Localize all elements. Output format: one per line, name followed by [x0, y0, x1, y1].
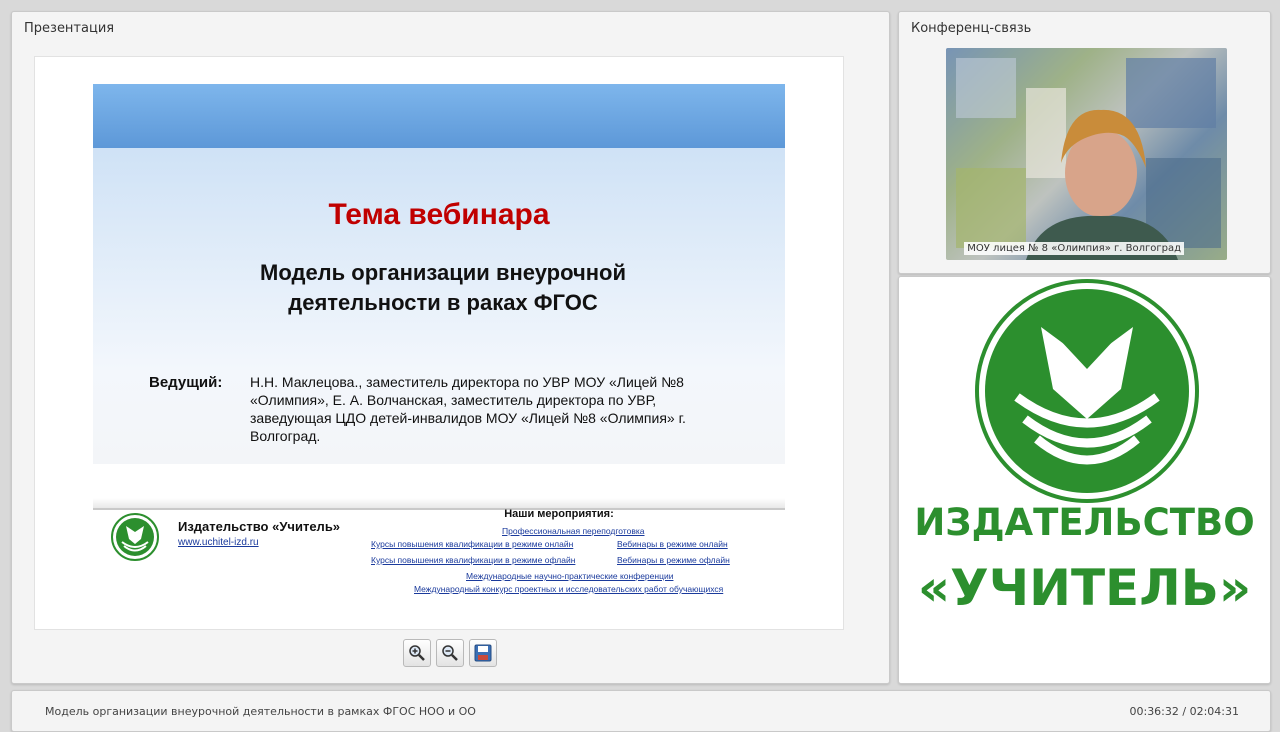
brand-name-line1: ИЗДАТЕЛЬСТВО — [914, 501, 1255, 544]
zoom-in-button[interactable] — [403, 639, 431, 667]
conference-panel-title: Конференц-связь — [911, 21, 1032, 36]
floppy-disk-icon — [474, 644, 492, 662]
speaker-video-image — [946, 48, 1227, 260]
webinar-title: Модель организации внеурочной деятельнос… — [45, 705, 476, 718]
event-link[interactable]: Курсы повышения квалификации в режиме он… — [371, 539, 573, 549]
event-link[interactable]: Международные научно-практические конфер… — [466, 571, 673, 581]
zoom-in-icon — [409, 645, 425, 661]
slide-subtitle: Модель организации внеурочной деятельнос… — [260, 260, 626, 315]
video-feed[interactable]: МОУ лицея № 8 «Олимпия» г. Волгоград — [946, 48, 1227, 260]
event-link[interactable]: Профессиональная переподготовка — [502, 526, 644, 536]
slide-host-label: Ведущий: — [149, 374, 223, 391]
playback-time: 00:36:32 / 02:04:31 — [1129, 705, 1239, 718]
publisher-name: Издательство «Учитель» — [178, 519, 341, 534]
presentation-slide: Тема вебинара Модель организации внеуроч… — [34, 56, 844, 630]
save-button[interactable] — [469, 639, 497, 667]
slide-body: Тема вебинара Модель организации внеуроч… — [93, 148, 785, 464]
presentation-panel-title: Презентация — [24, 21, 115, 36]
event-link[interactable]: Международный конкурс проектных и исслед… — [414, 584, 723, 594]
event-link[interactable]: Курсы повышения квалификации в режиме оф… — [371, 555, 575, 565]
brand-panel: ИЗДАТЕЛЬСТВО «УЧИТЕЛЬ» — [898, 276, 1271, 684]
zoom-out-icon — [442, 645, 458, 661]
event-link[interactable]: Вебинары в режиме офлайн — [617, 555, 730, 565]
slide-footer-strip — [93, 498, 785, 508]
slide-host-text: Н.Н. Маклецова., заместитель директора п… — [250, 374, 686, 444]
events-title: Наши мероприятия: — [504, 508, 614, 520]
slide-header-band — [93, 84, 785, 148]
status-bar: Модель организации внеурочной деятельнос… — [11, 690, 1271, 732]
presentation-panel: Презентация Тема вебинара Модель организ… — [11, 11, 890, 684]
event-link[interactable]: Вебинары в режиме онлайн — [617, 539, 728, 549]
publisher-big-logo-icon — [975, 279, 1199, 503]
publisher-link[interactable]: www.uchitel-izd.ru — [178, 537, 259, 548]
video-caption: МОУ лицея № 8 «Олимпия» г. Волгоград — [964, 242, 1184, 255]
conference-panel: Конференц-связь МОУ лицея № 8 «Олимпия» … — [898, 11, 1271, 274]
brand-name-line2: «УЧИТЕЛЬ» — [917, 559, 1252, 617]
slide-topic-title: Тема вебинара — [328, 198, 550, 231]
zoom-out-button[interactable] — [436, 639, 464, 667]
